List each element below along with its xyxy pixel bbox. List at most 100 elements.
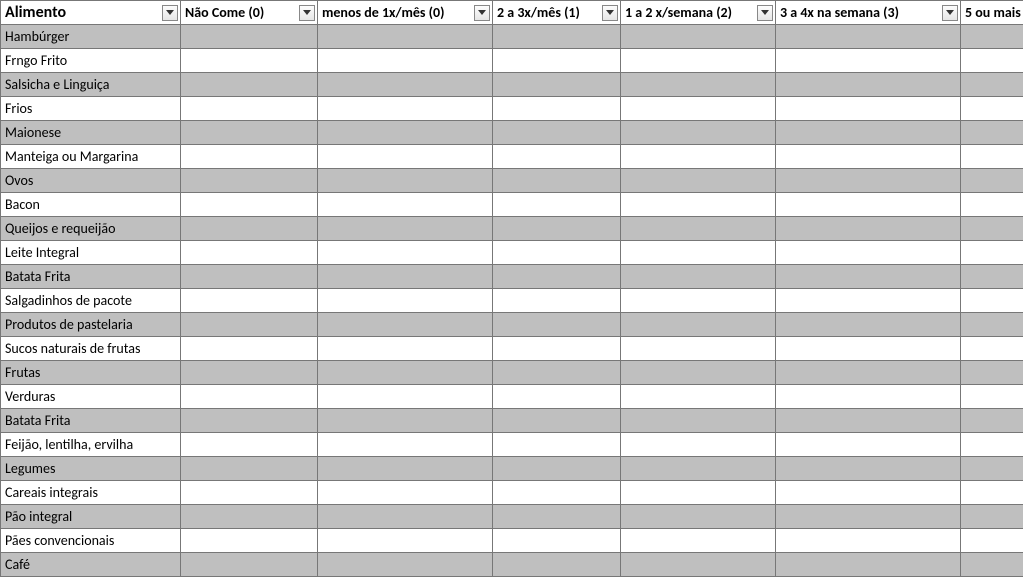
freq-cell xyxy=(318,241,493,265)
filter-dropdown-menos-1x-mes[interactable] xyxy=(474,5,490,21)
freq-cell xyxy=(961,457,1023,481)
freq-cell xyxy=(493,481,621,505)
table-row: Salgadinhos de pacote xyxy=(1,289,1023,313)
freq-cell xyxy=(318,289,493,313)
freq-cell xyxy=(493,337,621,361)
freq-cell xyxy=(776,121,961,145)
food-cell: Frios xyxy=(1,97,181,121)
header-nao-come: Não Come (0) xyxy=(181,1,318,25)
freq-cell xyxy=(621,457,776,481)
table-row: Café xyxy=(1,553,1023,577)
freq-cell xyxy=(621,385,776,409)
food-cell: Leite Integral xyxy=(1,241,181,265)
food-cell: Frngo Frito xyxy=(1,49,181,73)
freq-cell xyxy=(621,97,776,121)
freq-cell xyxy=(318,481,493,505)
freq-cell xyxy=(621,313,776,337)
freq-cell xyxy=(776,193,961,217)
freq-cell xyxy=(776,73,961,97)
freq-cell xyxy=(776,529,961,553)
freq-cell xyxy=(776,385,961,409)
header-label: 3 a 4x na semana (3) xyxy=(780,4,899,21)
food-cell: Verduras xyxy=(1,385,181,409)
filter-dropdown-1-2x-semana[interactable] xyxy=(757,5,773,21)
freq-cell xyxy=(621,337,776,361)
table-row: Produtos de pastelaria xyxy=(1,313,1023,337)
freq-cell xyxy=(961,169,1023,193)
food-cell: Queijos e requeijão xyxy=(1,217,181,241)
food-cell: Pão integral xyxy=(1,505,181,529)
food-cell: Careais integrais xyxy=(1,481,181,505)
freq-cell xyxy=(621,289,776,313)
header-menos-1x-mes: menos de 1x/mês (0) xyxy=(318,1,493,25)
food-cell: Maionese xyxy=(1,121,181,145)
filter-dropdown-2-3x-mes[interactable] xyxy=(602,5,618,21)
freq-cell xyxy=(318,553,493,577)
freq-cell xyxy=(961,313,1023,337)
freq-cell xyxy=(961,217,1023,241)
table-row: Batata Frita xyxy=(1,265,1023,289)
table-row: Bacon xyxy=(1,193,1023,217)
freq-cell xyxy=(776,97,961,121)
freq-cell xyxy=(961,241,1023,265)
freq-cell xyxy=(318,73,493,97)
freq-cell xyxy=(181,361,318,385)
freq-cell xyxy=(776,433,961,457)
freq-cell xyxy=(318,433,493,457)
freq-cell xyxy=(318,313,493,337)
freq-cell xyxy=(493,289,621,313)
freq-cell xyxy=(493,217,621,241)
freq-cell xyxy=(776,217,961,241)
freq-cell xyxy=(181,265,318,289)
filter-dropdown-nao-come[interactable] xyxy=(299,5,315,21)
header-1-2x-semana: 1 a 2 x/semana (2) xyxy=(621,1,776,25)
filter-dropdown-3-4x-semana[interactable] xyxy=(942,5,958,21)
filter-dropdown-alimento[interactable] xyxy=(162,5,178,21)
freq-cell xyxy=(181,457,318,481)
freq-cell xyxy=(318,97,493,121)
freq-cell xyxy=(493,385,621,409)
freq-cell xyxy=(493,313,621,337)
food-cell: Ovos xyxy=(1,169,181,193)
freq-cell xyxy=(181,337,318,361)
freq-cell xyxy=(961,289,1023,313)
freq-cell xyxy=(181,169,318,193)
freq-cell xyxy=(961,25,1023,49)
freq-cell xyxy=(961,121,1023,145)
freq-cell xyxy=(493,361,621,385)
table-row: Verduras xyxy=(1,385,1023,409)
freq-cell xyxy=(181,73,318,97)
chevron-down-icon xyxy=(478,10,486,15)
table-row: Queijos e requeijão xyxy=(1,217,1023,241)
freq-cell xyxy=(621,241,776,265)
freq-cell xyxy=(621,553,776,577)
food-cell: Salsicha e Linguiça xyxy=(1,73,181,97)
freq-cell xyxy=(493,457,621,481)
food-cell: Salgadinhos de pacote xyxy=(1,289,181,313)
freq-cell xyxy=(961,193,1023,217)
freq-cell xyxy=(961,265,1023,289)
freq-cell xyxy=(621,433,776,457)
freq-cell xyxy=(493,505,621,529)
freq-cell xyxy=(621,49,776,73)
freq-cell xyxy=(621,145,776,169)
freq-cell xyxy=(493,265,621,289)
freq-cell xyxy=(318,145,493,169)
table-row: Ovos xyxy=(1,169,1023,193)
freq-cell xyxy=(181,313,318,337)
freq-cell xyxy=(181,25,318,49)
table-row: Sucos naturais de frutas xyxy=(1,337,1023,361)
freq-cell xyxy=(493,121,621,145)
freq-cell xyxy=(776,457,961,481)
freq-cell xyxy=(776,49,961,73)
freq-cell xyxy=(961,505,1023,529)
header-row: Alimento Não Come (0) menos de 1x/mês (0… xyxy=(1,1,1023,25)
freq-cell xyxy=(776,337,961,361)
freq-cell xyxy=(621,409,776,433)
chevron-down-icon xyxy=(946,10,954,15)
freq-cell xyxy=(318,49,493,73)
header-label: Não Come (0) xyxy=(185,4,264,21)
food-cell: Sucos naturais de frutas xyxy=(1,337,181,361)
food-cell: Feijão, lentilha, ervilha xyxy=(1,433,181,457)
table-row: Manteiga ou Margarina xyxy=(1,145,1023,169)
